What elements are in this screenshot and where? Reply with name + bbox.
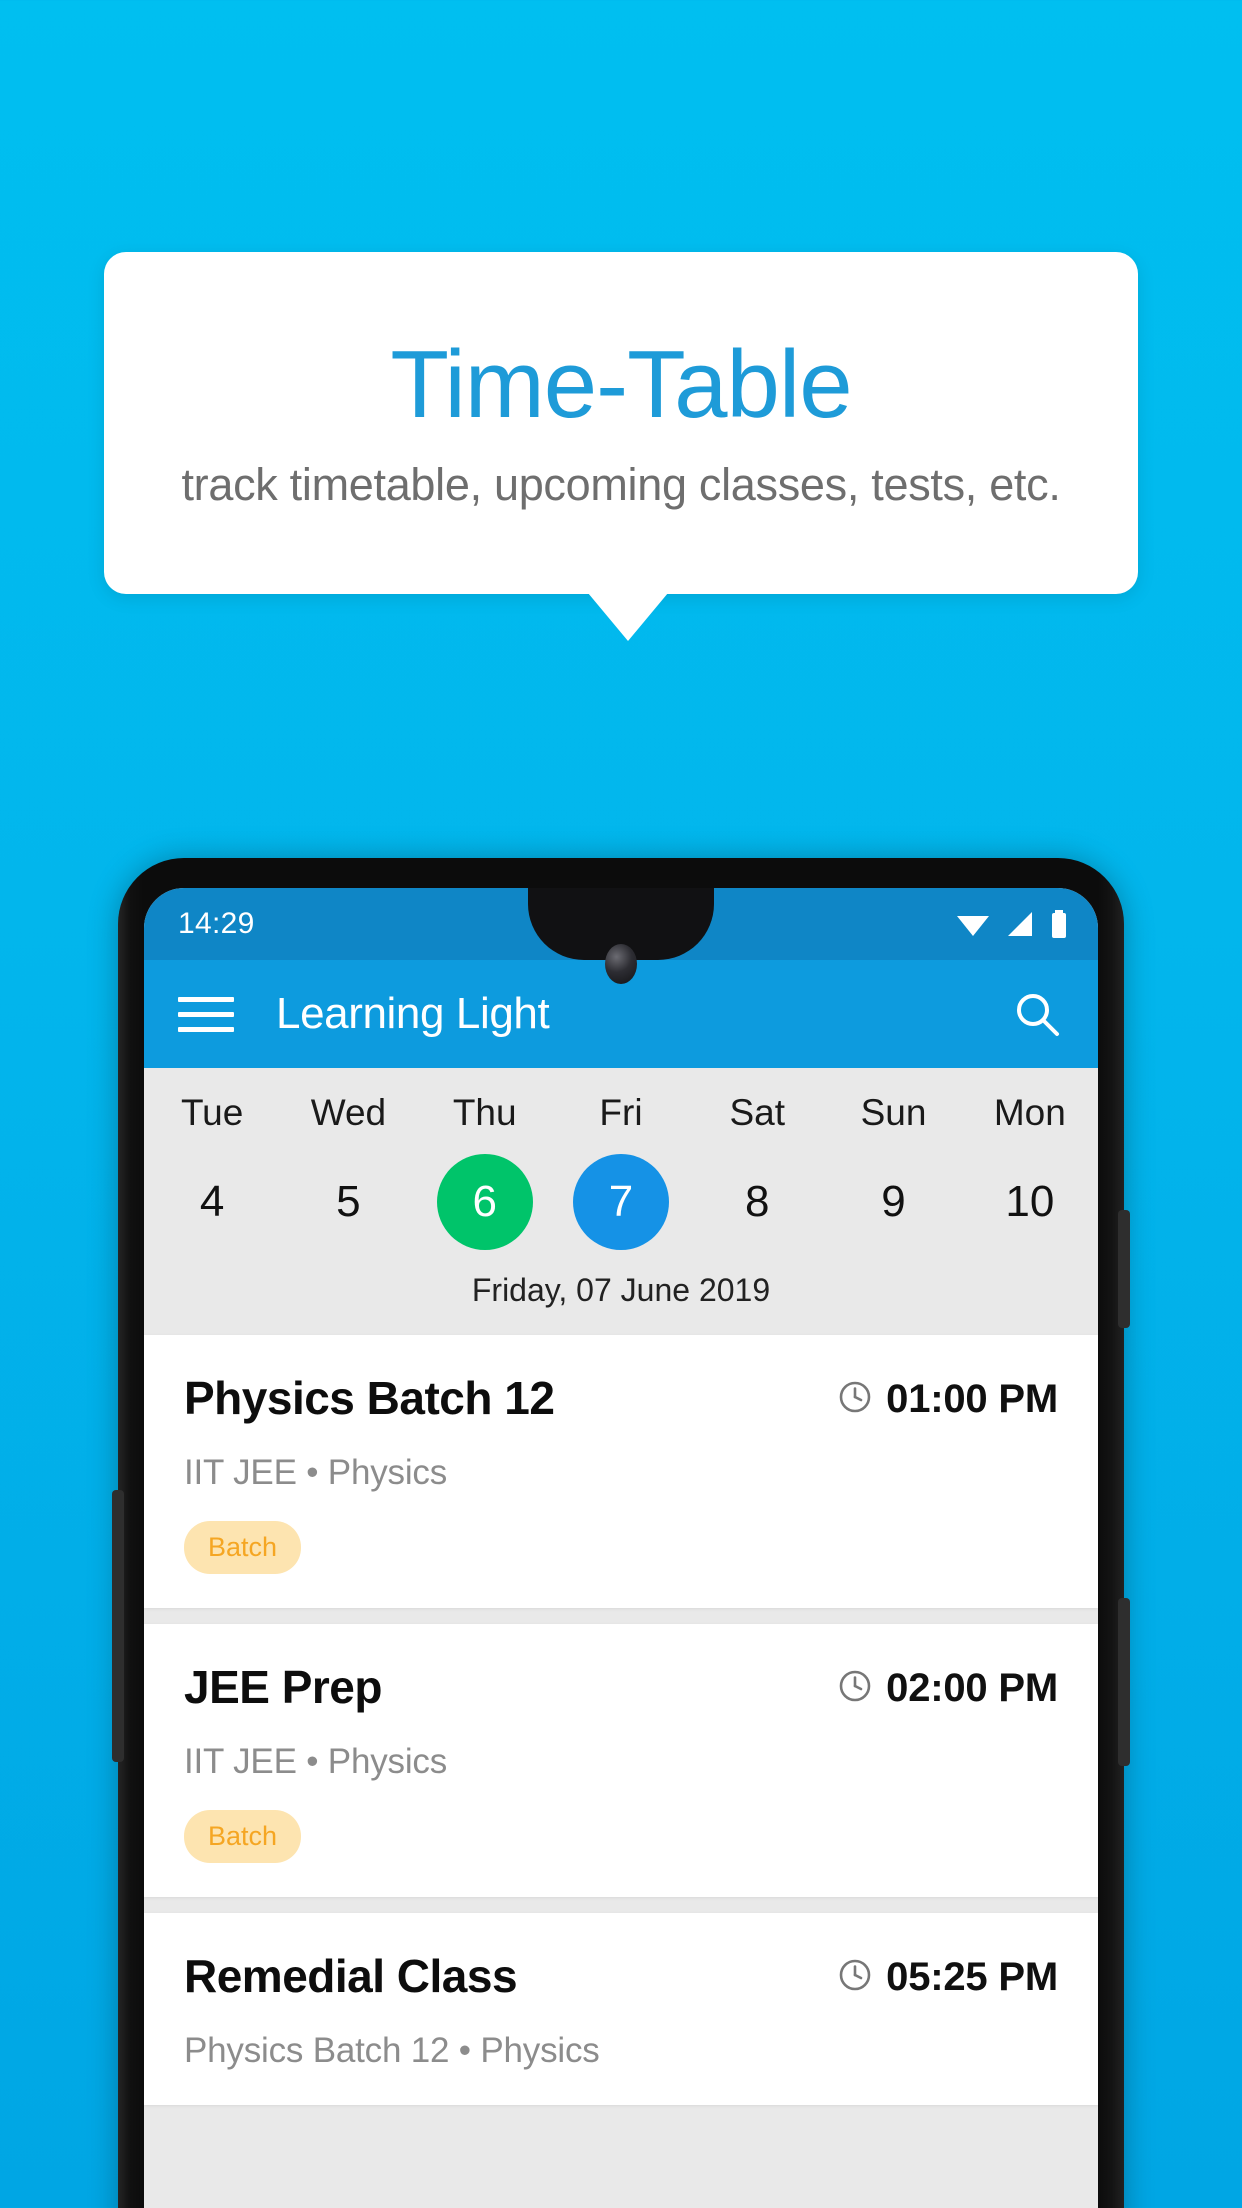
search-icon[interactable]	[1010, 987, 1064, 1041]
day-name-tue[interactable]: Tue	[144, 1082, 280, 1144]
day-name-sun[interactable]: Sun	[825, 1082, 961, 1144]
front-camera-lens-icon	[605, 944, 637, 984]
class-subtitle: IIT JEE • Physics	[184, 1453, 447, 1492]
assistant-button[interactable]	[112, 1490, 124, 1762]
day-number-7-selected[interactable]: 7	[572, 1154, 669, 1250]
status-badge: Batch	[184, 1521, 302, 1574]
day-name-fri[interactable]: Fri	[553, 1082, 689, 1144]
class-badge-row: Batch	[184, 1521, 1058, 1574]
class-card[interactable]: JEE Prep 02:00 PM IIT JEE • Physics Batch	[144, 1624, 1098, 1897]
day-number-10[interactable]: 10	[982, 1154, 1078, 1250]
promo-bubble-tail	[588, 593, 668, 641]
promo-subtitle: track timetable, upcoming classes, tests…	[181, 459, 1061, 511]
status-bar-icons	[956, 910, 1068, 938]
day-number-5[interactable]: 5	[300, 1154, 396, 1250]
class-title: JEE Prep	[184, 1661, 383, 1713]
class-time: 01:00 PM	[886, 1377, 1058, 1421]
day-cell-6[interactable]: 6	[417, 1154, 553, 1250]
day-cell-7[interactable]: 7	[553, 1154, 689, 1250]
clock-icon	[838, 1380, 872, 1419]
status-bar-clock: 14:29	[178, 907, 255, 940]
class-time: 02:00 PM	[886, 1666, 1058, 1710]
status-bar: 14:29	[144, 888, 1098, 984]
class-card-header: Physics Batch 12 01:00 PM	[184, 1371, 1058, 1425]
class-card[interactable]: Physics Batch 12 01:00 PM IIT JEE • Physic…	[144, 1335, 1098, 1608]
class-title: Physics Batch 12	[184, 1372, 555, 1424]
day-cell-8[interactable]: 8	[689, 1154, 825, 1250]
class-time-group: 02:00 PM	[838, 1660, 1058, 1711]
day-cell-5[interactable]: 5	[280, 1154, 416, 1250]
menu-line	[178, 1011, 234, 1017]
class-card-header: Remedial Class 05:25 PM	[184, 1949, 1058, 2003]
phone-screen: 14:29 Learning Light Tue Wed Thu Fri Sat…	[144, 888, 1098, 2208]
selected-date-label: Friday, 07 June 2019	[144, 1250, 1098, 1335]
day-number-4[interactable]: 4	[164, 1154, 260, 1250]
class-list: Physics Batch 12 01:00 PM IIT JEE • Physic…	[144, 1335, 1098, 2105]
class-card[interactable]: Remedial Class 05:25 PM Physics Batch 12 •…	[144, 1913, 1098, 2105]
day-name-row: Tue Wed Thu Fri Sat Sun Mon	[144, 1082, 1098, 1144]
class-time-group: 01:00 PM	[838, 1371, 1058, 1422]
power-button[interactable]	[1118, 1210, 1130, 1328]
promo-callout-bubble: Time-Table track timetable, upcoming cla…	[104, 252, 1138, 594]
day-name-mon[interactable]: Mon	[962, 1082, 1098, 1144]
day-cell-10[interactable]: 10	[962, 1154, 1098, 1250]
day-cell-9[interactable]: 9	[825, 1154, 961, 1250]
wifi-icon	[956, 911, 990, 937]
day-name-sat[interactable]: Sat	[689, 1082, 825, 1144]
day-number-6-today[interactable]: 6	[436, 1154, 533, 1250]
phone-device-frame: 14:29 Learning Light Tue Wed Thu Fri Sat…	[112, 858, 1130, 2208]
menu-line	[178, 1026, 234, 1032]
cellular-signal-icon	[1006, 911, 1034, 937]
clock-icon	[838, 1669, 872, 1708]
day-cell-4[interactable]: 4	[144, 1154, 280, 1250]
promo-title: Time-Table	[390, 330, 852, 438]
class-subtitle: IIT JEE • Physics	[184, 1742, 447, 1781]
day-number-9[interactable]: 9	[846, 1154, 942, 1250]
class-badge-row: Batch	[184, 1810, 1058, 1863]
day-name-wed[interactable]: Wed	[280, 1082, 416, 1144]
volume-button[interactable]	[1118, 1598, 1130, 1766]
day-name-thu[interactable]: Thu	[417, 1082, 553, 1144]
class-subtitle: Physics Batch 12 • Physics	[184, 2031, 600, 2070]
class-card-header: JEE Prep 02:00 PM	[184, 1660, 1058, 1714]
class-title: Remedial Class	[184, 1950, 518, 2002]
menu-line	[178, 996, 234, 1002]
day-number-row: 4 5 6 7 8 9 10	[144, 1154, 1098, 1250]
app-title: Learning Light	[276, 989, 550, 1038]
class-time: 05:25 PM	[886, 1955, 1058, 1999]
battery-icon	[1050, 910, 1068, 938]
status-badge: Batch	[184, 1810, 302, 1863]
hamburger-menu-icon[interactable]	[178, 996, 234, 1032]
class-time-group: 05:25 PM	[838, 1949, 1058, 2000]
date-strip: Tue Wed Thu Fri Sat Sun Mon 4 5 6 7 8 9 10	[144, 1068, 1098, 1250]
day-number-8[interactable]: 8	[709, 1154, 805, 1250]
clock-icon	[838, 1958, 872, 1997]
